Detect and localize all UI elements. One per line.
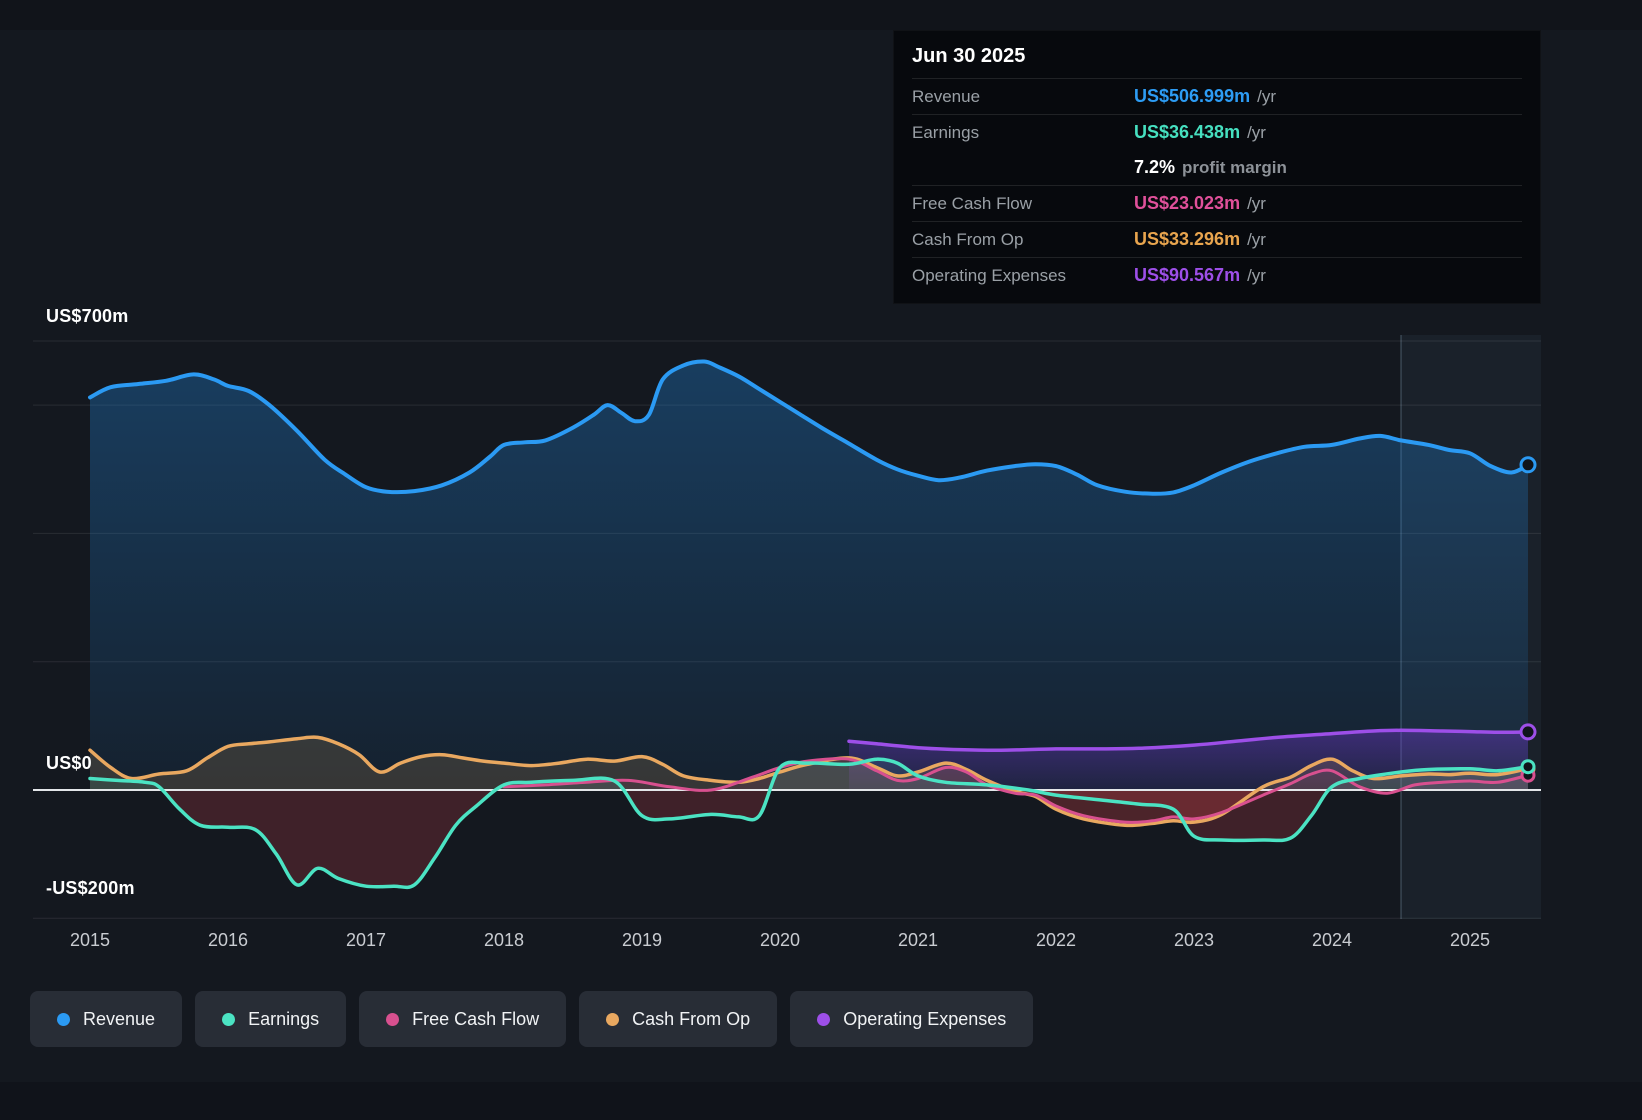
svg-text:2024: 2024	[1312, 930, 1352, 950]
tooltip-row-revenue: Revenue US$506.999m /yr	[912, 78, 1522, 114]
tooltip-label: Cash From Op	[912, 230, 1024, 249]
tooltip-suffix: profit margin	[1182, 158, 1287, 177]
bottom-strip	[0, 1082, 1642, 1120]
svg-text:2017: 2017	[346, 930, 386, 950]
tooltip-label: Revenue	[912, 87, 981, 106]
tooltip-label: Earnings	[912, 123, 980, 142]
tooltip-value: US$23.023m	[1134, 193, 1241, 213]
legend-item-free-cash-flow[interactable]: Free Cash Flow	[359, 991, 567, 1047]
tooltip-date: Jun 30 2025	[912, 45, 1026, 67]
tooltip-suffix: /yr	[1247, 194, 1266, 213]
legend-label: Operating Expenses	[843, 1008, 1007, 1029]
tooltip-row-cash-from-op: Cash From Op US$33.296m /yr	[912, 221, 1522, 257]
tooltip-suffix: /yr	[1247, 266, 1266, 285]
tooltip-value: US$33.296m	[1134, 229, 1241, 249]
chart-legend: Revenue Earnings Free Cash Flow Cash Fro…	[30, 991, 1034, 1047]
operating-expenses-dot-icon	[817, 1012, 831, 1026]
legend-label: Free Cash Flow	[412, 1008, 540, 1029]
earnings-dot-icon	[222, 1012, 236, 1026]
legend-item-cash-from-op[interactable]: Cash From Op	[579, 991, 778, 1047]
free-cash-flow-dot-icon	[386, 1012, 400, 1026]
tooltip-row-free-cash-flow: Free Cash Flow US$23.023m /yr	[912, 185, 1522, 221]
legend-item-operating-expenses[interactable]: Operating Expenses	[790, 991, 1034, 1047]
svg-text:2021: 2021	[898, 930, 938, 950]
chart-tooltip: Jun 30 2025 Revenue US$506.999m /yr Earn…	[893, 30, 1541, 304]
svg-text:2018: 2018	[484, 930, 524, 950]
tooltip-label: Free Cash Flow	[912, 194, 1032, 213]
tooltip-suffix: /yr	[1247, 230, 1266, 249]
legend-item-earnings[interactable]: Earnings	[195, 991, 347, 1047]
svg-text:2019: 2019	[622, 930, 662, 950]
legend-item-revenue[interactable]: Revenue	[30, 991, 183, 1047]
revenue-dot-icon	[57, 1012, 70, 1026]
tooltip-value: US$90.567m	[1134, 265, 1241, 285]
y-axis-label-zero: US$0	[46, 753, 92, 773]
tooltip-suffix: /yr	[1257, 87, 1276, 106]
legend-label: Cash From Op	[632, 1008, 751, 1029]
tooltip-value: 7.2%	[1134, 157, 1176, 177]
legend-label: Revenue	[83, 1008, 156, 1029]
y-axis-label-700m: US$700m	[46, 306, 129, 326]
tooltip-label: Operating Expenses	[912, 266, 1067, 285]
y-axis-label-neg200m: -US$200m	[46, 878, 135, 898]
earnings-revenue-history-chart: 2015 2016 2017 2018 2019 2020 2021 2022 2023 2024…	[0, 0, 1642, 1120]
legend-label: Earnings	[248, 1008, 320, 1029]
tooltip-value: US$36.438m	[1134, 122, 1241, 142]
svg-text:2022: 2022	[1036, 930, 1076, 950]
cash-from-op-dot-icon	[606, 1012, 620, 1026]
svg-text:2016: 2016	[208, 930, 248, 950]
tooltip-suffix: /yr	[1247, 123, 1266, 142]
svg-text:2023: 2023	[1174, 930, 1214, 950]
svg-text:2025: 2025	[1450, 930, 1490, 950]
tooltip-row-earnings: Earnings US$36.438m /yr	[912, 114, 1522, 150]
svg-text:2020: 2020	[760, 930, 800, 950]
tooltip-row-profit-margin: 7.2% profit margin	[912, 150, 1522, 185]
svg-text:2015: 2015	[70, 930, 110, 950]
tooltip-value: US$506.999m	[1134, 86, 1251, 106]
tooltip-row-operating-expenses: Operating Expenses US$90.567m /yr	[912, 257, 1522, 293]
